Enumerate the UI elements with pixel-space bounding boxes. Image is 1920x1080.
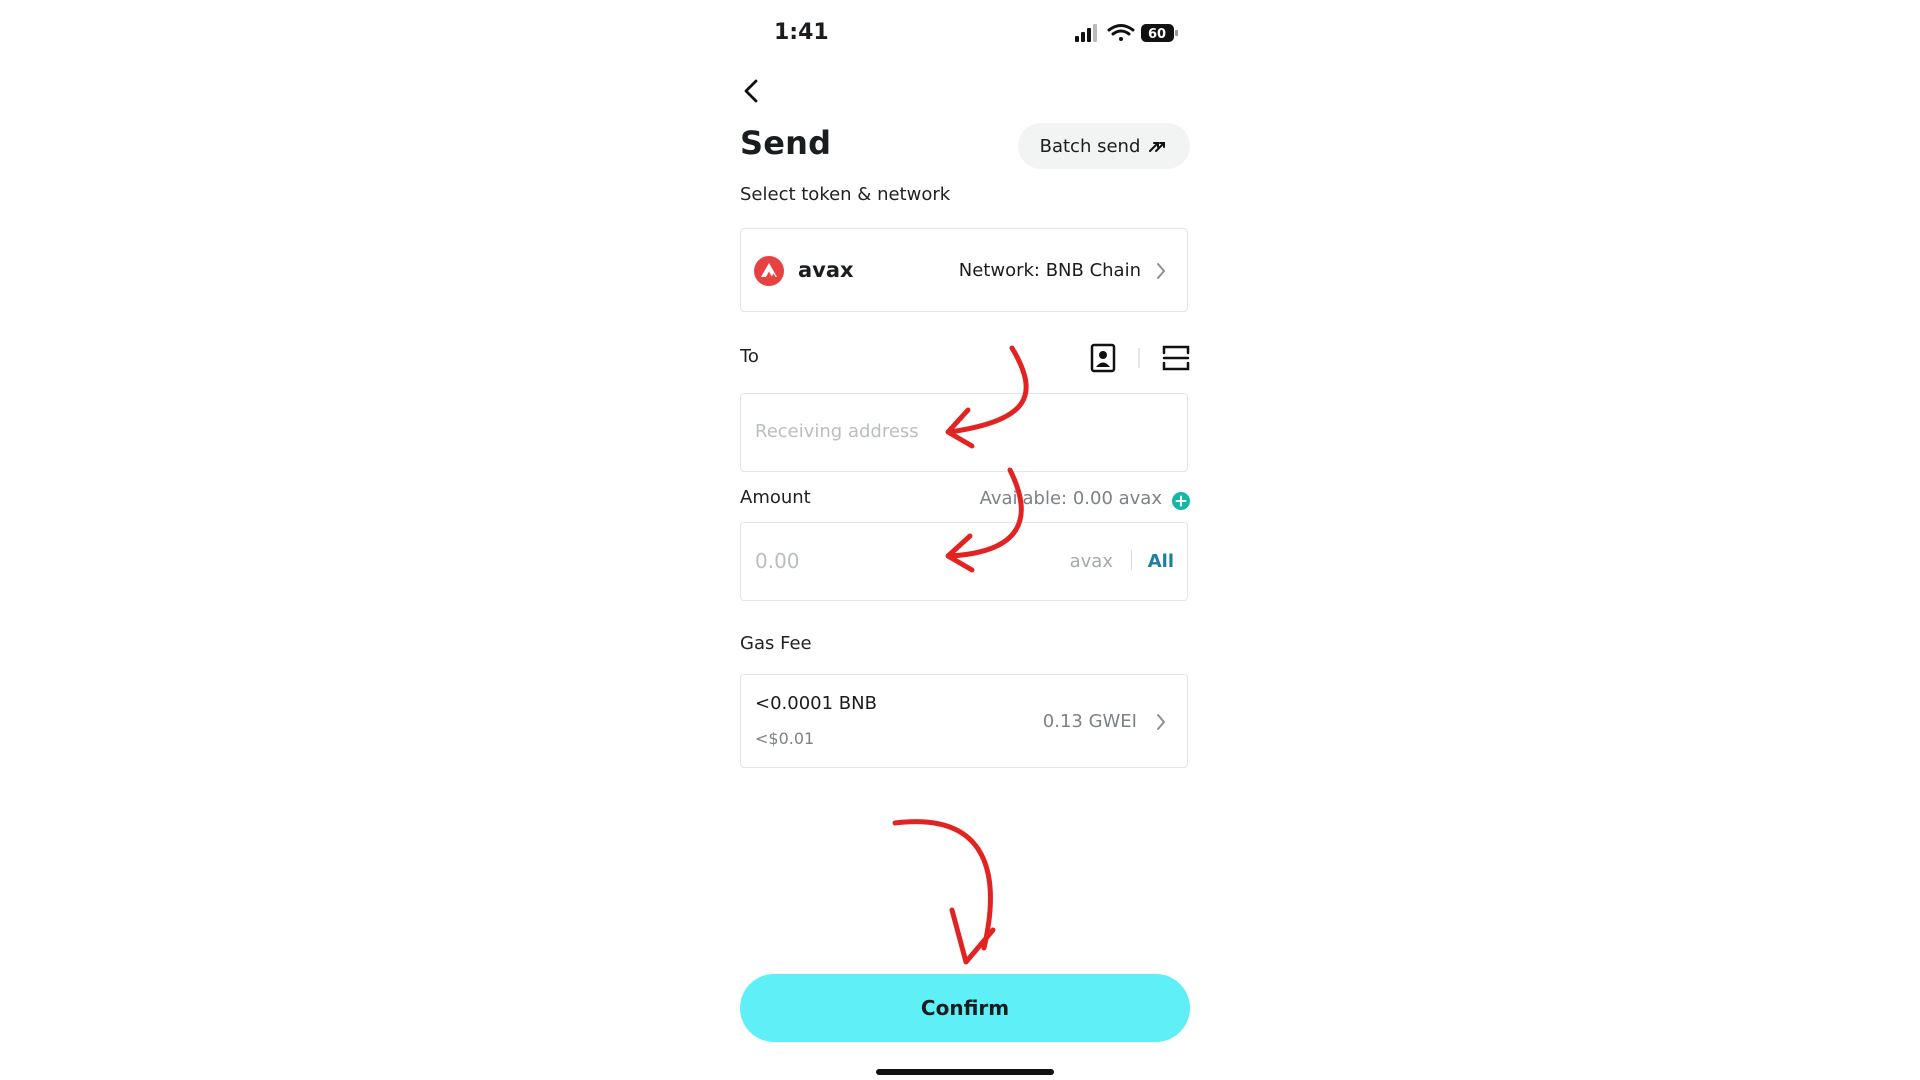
token-network-selector[interactable]: avax Network: BNB Chain <box>740 228 1188 312</box>
double-arrow-icon <box>1149 142 1166 152</box>
to-label: To <box>740 346 759 367</box>
confirm-button[interactable]: Confirm <box>740 974 1190 1042</box>
status-icons: 60 <box>1075 24 1178 42</box>
address-placeholder: Receiving address <box>755 421 919 442</box>
receiving-address-input[interactable]: Receiving address <box>740 393 1188 472</box>
amount-divider <box>1131 550 1132 570</box>
amount-unit: avax <box>1069 551 1113 572</box>
plus-circle-icon[interactable] <box>1172 492 1190 510</box>
gas-fee-bnb: <0.0001 BNB <box>755 693 877 714</box>
token-section-label: Select token & network <box>740 184 951 205</box>
address-book-icon[interactable] <box>1090 343 1116 373</box>
gas-fee-usd: <$0.01 <box>755 729 815 748</box>
gas-fee-selector[interactable]: <0.0001 BNB <$0.01 0.13 GWEI <box>740 674 1188 768</box>
battery-icon: 60 <box>1141 24 1178 42</box>
chevron-right-icon <box>1157 714 1165 730</box>
batch-send-button[interactable]: Batch send <box>1018 123 1190 169</box>
battery-level: 60 <box>1148 27 1166 42</box>
phone-screen: 1:41 60 Send Batch send Select token & n… <box>740 0 1190 1080</box>
token-name: avax <box>798 258 854 282</box>
gas-fee-label: Gas Fee <box>740 633 812 654</box>
all-button[interactable]: All <box>1148 551 1174 572</box>
page-title: Send <box>740 124 832 162</box>
signal-icon <box>1075 24 1097 42</box>
network-label: Network: BNB Chain <box>958 260 1141 281</box>
amount-placeholder: 0.00 <box>755 549 800 573</box>
home-indicator <box>876 1069 1054 1075</box>
gas-price-gwei: 0.13 GWEI <box>1042 711 1137 732</box>
available-balance: Available: 0.00 avax <box>979 488 1162 509</box>
chevron-right-icon <box>1157 263 1165 279</box>
wifi-icon <box>1107 24 1135 41</box>
amount-input[interactable]: 0.00 avax All <box>740 522 1188 601</box>
status-time: 1:41 <box>774 20 829 45</box>
scan-icon[interactable] <box>1162 345 1190 371</box>
amount-label: Amount <box>740 487 811 508</box>
batch-send-label: Batch send <box>1039 135 1141 157</box>
to-action-icons <box>1090 343 1190 373</box>
back-arrow-icon[interactable] <box>740 76 764 106</box>
avax-logo-icon <box>754 256 784 286</box>
